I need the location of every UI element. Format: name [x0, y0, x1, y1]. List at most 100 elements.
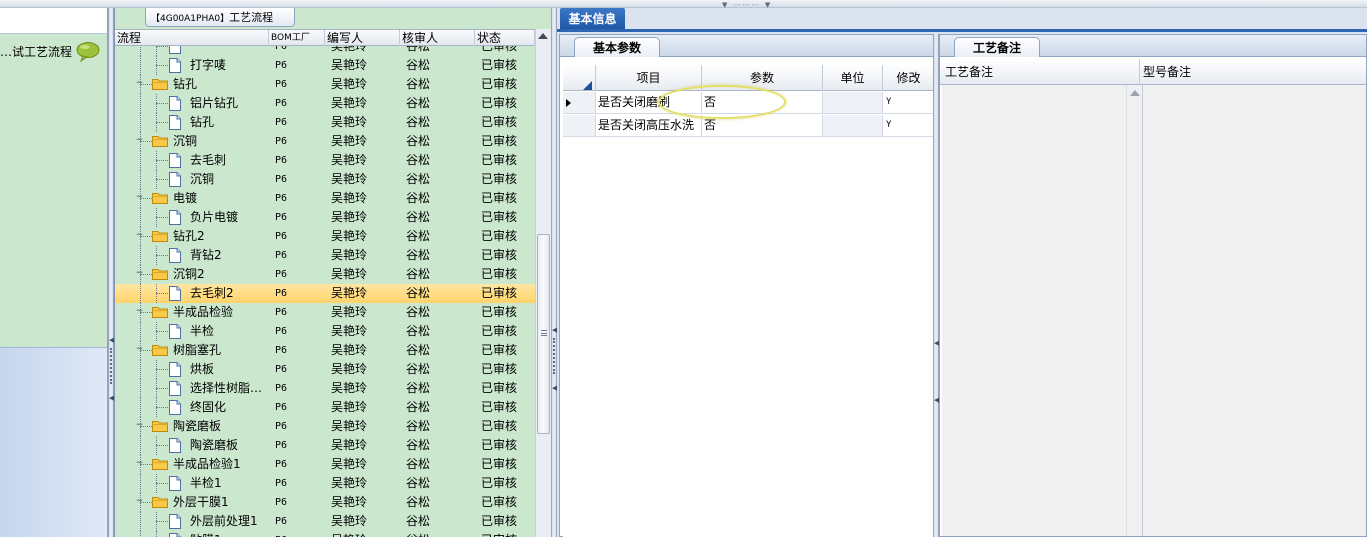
nav-item-process-flow[interactable]: …试工艺流程	[0, 34, 107, 348]
param-item-cell[interactable]: 是否关闭高压水洗	[596, 115, 702, 136]
plant-cell: P6	[275, 326, 288, 337]
reviewer-cell: 谷松	[406, 153, 431, 167]
document-icon	[169, 514, 181, 529]
tree-step-row[interactable]: 去毛刺2 P6 吴艳玲 谷松 已审核	[115, 284, 535, 303]
tree-step-row[interactable]: 打字唛 P6 吴艳玲 谷松 已审核	[115, 56, 535, 75]
param-modify-cell[interactable]: Y	[883, 115, 935, 136]
process-title-tab[interactable]: 【4G00A1PHA0】工艺流程	[145, 8, 295, 27]
tree-folder-row[interactable]: − 钻孔2 P6 吴艳玲 谷松 已审核	[115, 227, 535, 246]
tree-folder-row[interactable]: − 钻孔 P6 吴艳玲 谷松 已审核	[115, 75, 535, 94]
tree-vertical-scrollbar[interactable]	[535, 29, 551, 537]
reviewer-cell: 谷松	[406, 210, 431, 224]
scroll-up-arrow-icon[interactable]	[538, 33, 548, 39]
param-unit-cell[interactable]	[823, 92, 883, 113]
param-modify-cell[interactable]: Y	[883, 92, 935, 113]
tree-guide-line	[140, 94, 141, 113]
tree-step-row[interactable]: 半检 P6 吴艳玲 谷松 已审核	[115, 322, 535, 341]
status-cell: 已审核	[481, 172, 518, 186]
document-icon	[169, 438, 181, 453]
tree-step-row[interactable]: 选择性树脂… P6 吴艳玲 谷松 已审核	[115, 379, 535, 398]
collapse-node-icon[interactable]: −	[135, 421, 144, 431]
document-icon	[169, 248, 181, 263]
tree-guide-line	[140, 151, 141, 170]
scrollbar-thumb[interactable]	[537, 234, 550, 434]
tree-step-row[interactable]: 半检1 P6 吴艳玲 谷松 已审核	[115, 474, 535, 493]
tree-step-row[interactable]: 去毛刺 P6 吴艳玲 谷松 已审核	[115, 151, 535, 170]
collapse-node-icon[interactable]: −	[135, 459, 144, 469]
column-header-unit[interactable]: 单位	[823, 65, 883, 91]
tree-node-label: 半检	[190, 324, 215, 338]
status-cell: 已审核	[481, 229, 518, 243]
column-header-reviewer[interactable]: 核审人	[400, 30, 475, 46]
collapse-node-icon[interactable]: −	[135, 307, 144, 317]
collapse-node-icon[interactable]: −	[135, 79, 144, 89]
reviewer-cell: 谷松	[406, 96, 431, 110]
tree-step-row[interactable]: 外层前处理1 P6 吴艳玲 谷松 已审核	[115, 512, 535, 531]
status-cell: 已审核	[481, 362, 518, 376]
status-cell: 已审核	[481, 495, 518, 509]
param-unit-cell[interactable]	[823, 115, 883, 136]
collapse-node-icon[interactable]: −	[135, 136, 144, 146]
tab-process-remarks[interactable]: 工艺备注	[954, 37, 1040, 57]
tree-folder-row[interactable]: − 半成品检验1 P6 吴艳玲 谷松 已审核	[115, 455, 535, 474]
plant-cell: P6	[275, 155, 288, 166]
tree-step-row[interactable]: 负片电镀 P6 吴艳玲 谷松 已审核	[115, 208, 535, 227]
tree-folder-row[interactable]: − 沉铜2 P6 吴艳玲 谷松 已审核	[115, 265, 535, 284]
row-indicator-cell[interactable]	[563, 92, 596, 113]
tab-basic-params[interactable]: 基本参数	[574, 37, 660, 57]
author-cell: 吴艳玲	[331, 46, 368, 53]
tree-guide-line	[156, 331, 168, 332]
tree-folder-row[interactable]: − 半成品检验 P6 吴艳玲 谷松 已审核	[115, 303, 535, 322]
top-splitter-bar[interactable]: ▼ ⋯⋯⋯ ▼	[0, 0, 1367, 9]
row-indicator-cell[interactable]	[563, 115, 596, 136]
column-header-process-remark[interactable]: 工艺备注	[942, 59, 1140, 85]
process-remark-scrollbar[interactable]	[1126, 85, 1142, 536]
row-header-corner[interactable]	[563, 65, 596, 91]
reviewer-cell: 谷松	[406, 248, 431, 262]
author-cell: 吴艳玲	[331, 514, 368, 528]
collapse-node-icon[interactable]: −	[135, 345, 144, 355]
collapse-node-icon[interactable]: −	[135, 269, 144, 279]
splitter-grip-icon[interactable]	[553, 338, 555, 374]
params-tabbar: 基本参数	[560, 35, 934, 57]
status-cell: 已审核	[481, 267, 518, 281]
document-icon	[169, 533, 181, 537]
tree-step-row[interactable]: 钻孔 P6 吴艳玲 谷松 已审核	[115, 113, 535, 132]
tree-step-row[interactable]: 陶瓷磨板 P6 吴艳玲 谷松 已审核	[115, 436, 535, 455]
param-row[interactable]: 是否关闭高压水洗 否 Y	[563, 115, 935, 137]
status-cell: 已审核	[481, 134, 518, 148]
tree-step-row[interactable]: 贴膜1 P6 吴艳玲 谷松 已审核	[115, 531, 535, 537]
tree-step-row[interactable]: 铝片钻孔 P6 吴艳玲 谷松 已审核	[115, 94, 535, 113]
collapse-node-icon[interactable]: −	[135, 193, 144, 203]
reviewer-cell: 谷松	[406, 419, 431, 433]
column-header-modify[interactable]: 修改	[883, 65, 935, 91]
scroll-up-arrow-icon[interactable]	[1130, 90, 1140, 96]
tree-step-row[interactable]: 背钻2 P6 吴艳玲 谷松 已审核	[115, 246, 535, 265]
author-cell: 吴艳玲	[331, 457, 368, 471]
column-header-status[interactable]: 状态	[475, 30, 535, 46]
tree-folder-row[interactable]: − 树脂塞孔 P6 吴艳玲 谷松 已审核	[115, 341, 535, 360]
tree-step-row[interactable]: 终固化 P6 吴艳玲 谷松 已审核	[115, 398, 535, 417]
author-cell: 吴艳玲	[331, 495, 368, 509]
tree-guide-line	[140, 379, 141, 398]
author-cell: 吴艳玲	[331, 476, 368, 490]
tree-step-row[interactable]: 沉铜 P6 吴艳玲 谷松 已审核	[115, 170, 535, 189]
process-remark-textarea[interactable]	[942, 85, 1126, 536]
tree-step-row[interactable]: 烘板 P6 吴艳玲 谷松 已审核	[115, 360, 535, 379]
splitter-grip-icon[interactable]	[110, 348, 112, 384]
collapse-node-icon[interactable]: −	[135, 231, 144, 241]
folder-icon	[152, 459, 168, 470]
column-header-flow[interactable]: 流程	[115, 30, 269, 46]
column-header-author[interactable]: 编写人	[325, 30, 400, 46]
column-header-model-remark[interactable]: 型号备注	[1140, 59, 1366, 85]
tab-basic-info[interactable]: 基本信息	[560, 8, 625, 30]
collapse-node-icon[interactable]: −	[135, 497, 144, 507]
model-remark-textarea[interactable]	[1142, 85, 1366, 536]
column-header-bom-plant[interactable]: BOM工厂	[269, 30, 325, 46]
tree-folder-row[interactable]: − 电镀 P6 吴艳玲 谷松 已审核	[115, 189, 535, 208]
tree-guide-line	[156, 293, 168, 294]
tree-folder-row[interactable]: − 沉铜 P6 吴艳玲 谷松 已审核	[115, 132, 535, 151]
tree-step-row[interactable]: P6 吴艳玲 谷松 已审核	[115, 46, 535, 56]
tree-folder-row[interactable]: − 陶瓷磨板 P6 吴艳玲 谷松 已审核	[115, 417, 535, 436]
tree-folder-row[interactable]: − 外层干膜1 P6 吴艳玲 谷松 已审核	[115, 493, 535, 512]
